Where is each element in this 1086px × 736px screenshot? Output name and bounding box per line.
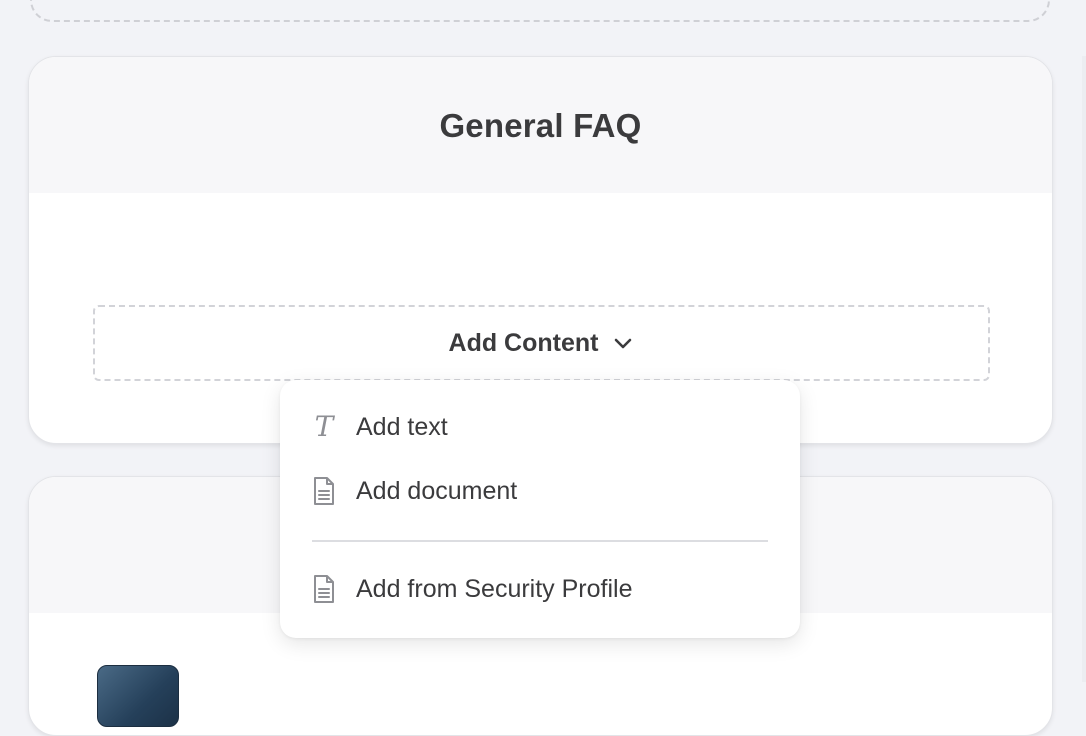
add-content-dropdown-button[interactable]: Add Content (93, 305, 990, 381)
document-thumbnail[interactable] (97, 665, 179, 727)
text-format-icon: T (314, 410, 334, 443)
previous-dropzone (30, 0, 1050, 22)
menu-item-label: Add document (356, 476, 518, 505)
chevron-down-icon (612, 332, 634, 354)
menu-divider (312, 540, 768, 542)
menu-item-add-document[interactable]: Add document (312, 471, 517, 511)
add-content-menu: T Add text Add document Add from Securit… (280, 380, 800, 638)
adjacent-panel-edge (1082, 56, 1086, 682)
faq-card-header: General FAQ (29, 57, 1052, 193)
document-icon (312, 476, 336, 506)
add-content-label: Add Content (448, 328, 599, 357)
menu-item-add-from-security-profile[interactable]: Add from Security Profile (312, 569, 633, 609)
menu-item-label: Add text (356, 412, 448, 441)
menu-item-add-text[interactable]: T Add text (312, 407, 448, 447)
section-title: General FAQ (439, 107, 642, 144)
document-icon (312, 574, 336, 604)
menu-item-label: Add from Security Profile (356, 574, 633, 603)
